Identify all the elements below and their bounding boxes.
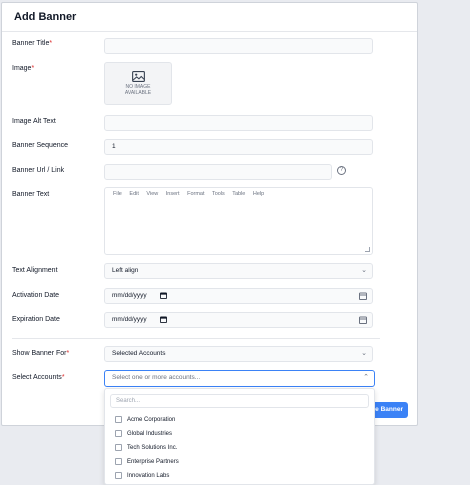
accounts-dropdown: Search... Acme Corporation Global Indust…: [104, 388, 375, 485]
modal-header: Add Banner: [2, 3, 417, 32]
image-label: Image*: [12, 65, 35, 72]
menu-table[interactable]: Table: [232, 191, 245, 197]
calendar-icon[interactable]: [359, 316, 367, 324]
text-alignment-select[interactable]: Left align ⌄: [104, 263, 373, 279]
menu-insert[interactable]: Insert: [166, 191, 180, 197]
show-banner-for-select[interactable]: Selected Accounts ⌄: [104, 346, 373, 362]
dropdown-search-input[interactable]: Search...: [110, 394, 369, 408]
banner-sequence-input[interactable]: 1: [104, 139, 373, 155]
banner-url-input[interactable]: [104, 164, 332, 180]
banner-title-input[interactable]: [104, 38, 373, 54]
account-option[interactable]: Acme Corporation: [115, 416, 365, 426]
banner-title-label: Banner Title*: [12, 40, 53, 47]
calendar-icon[interactable]: [359, 292, 367, 300]
checkbox[interactable]: [115, 472, 122, 479]
expiration-date-input[interactable]: mm/dd/yyyy: [104, 312, 373, 328]
editor-toolbar: File Edit View Insert Format Tools Table…: [113, 191, 270, 197]
resize-handle[interactable]: [365, 247, 370, 252]
section-divider: [12, 338, 380, 339]
account-option[interactable]: Tech Solutions Inc.: [115, 444, 365, 454]
checkbox[interactable]: [115, 416, 122, 423]
checkbox[interactable]: [115, 444, 122, 451]
activation-date-input[interactable]: mm/dd/yyyy: [104, 288, 373, 304]
select-accounts-label: Select Accounts*: [12, 374, 65, 381]
checkbox[interactable]: [115, 430, 122, 437]
expiration-date-label: Expiration Date: [12, 316, 60, 323]
image-alt-text-label: Image Alt Text: [12, 118, 56, 125]
account-option[interactable]: Enterprise Partners: [115, 458, 365, 468]
activation-date-label: Activation Date: [12, 292, 60, 299]
calendar-icon: [160, 316, 167, 323]
account-option[interactable]: Global Industries: [115, 430, 365, 440]
checkbox[interactable]: [115, 458, 122, 465]
help-icon[interactable]: ?: [337, 166, 346, 175]
text-alignment-label: Text Alignment: [12, 267, 58, 274]
show-banner-for-label: Show Banner For*: [12, 350, 70, 357]
modal-title: Add Banner: [14, 11, 77, 23]
menu-tools[interactable]: Tools: [212, 191, 225, 197]
image-upload[interactable]: NO IMAGE AVAILABLE: [104, 62, 172, 105]
image-icon: [131, 71, 145, 82]
menu-edit[interactable]: Edit: [129, 191, 138, 197]
account-option[interactable]: Innovation Labs: [115, 472, 365, 482]
menu-help[interactable]: Help: [253, 191, 264, 197]
menu-file[interactable]: File: [113, 191, 122, 197]
no-image-text: NO IMAGE AVAILABLE: [124, 84, 152, 96]
banner-url-label: Banner Url / Link: [12, 167, 65, 174]
image-alt-text-input[interactable]: [104, 115, 373, 131]
menu-format[interactable]: Format: [187, 191, 204, 197]
chevron-down-icon: ⌄: [361, 267, 367, 274]
select-accounts-multiselect[interactable]: Select one or more accounts... ⌃: [104, 370, 375, 387]
banner-text-editor[interactable]: File Edit View Insert Format Tools Table…: [104, 187, 373, 255]
chevron-up-icon: ⌃: [363, 374, 369, 381]
menu-view[interactable]: View: [146, 191, 158, 197]
banner-text-label: Banner Text: [12, 191, 50, 198]
chevron-down-icon: ⌄: [361, 350, 367, 357]
banner-sequence-label: Banner Sequence: [12, 142, 69, 149]
calendar-icon: [160, 292, 167, 299]
